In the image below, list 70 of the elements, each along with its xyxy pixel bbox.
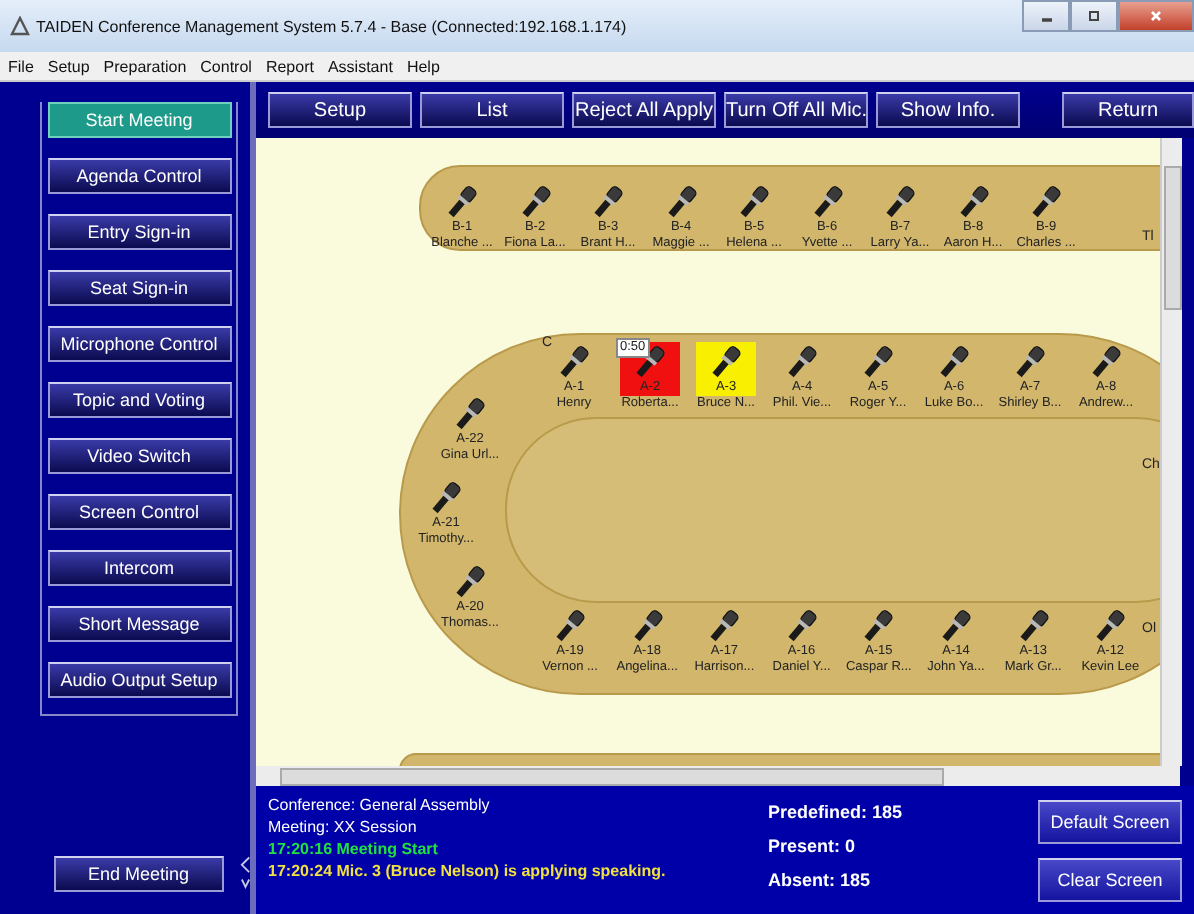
microphone-icon xyxy=(784,344,820,380)
collapse-arrows-icon[interactable] xyxy=(239,854,250,894)
app-icon xyxy=(10,16,30,36)
horizontal-scrollbar[interactable] xyxy=(256,766,1180,786)
microphone-icon xyxy=(809,184,845,220)
sidebar-button[interactable]: Screen Control xyxy=(47,494,231,530)
sidebar-button[interactable]: Video Switch xyxy=(47,438,231,474)
attendance-count: Absent: 185 xyxy=(768,870,873,890)
microphone-icon xyxy=(552,608,588,644)
microphone-icon xyxy=(1028,184,1064,220)
microphone-icon xyxy=(556,344,592,380)
log-line: 17:20:24 Mic. 3 (Bruce Nelson) is applying speaking. xyxy=(268,860,668,882)
microphone-icon xyxy=(955,184,991,220)
close-icon xyxy=(1146,6,1166,26)
log-line: 17:20:16 Meeting Start xyxy=(268,838,440,860)
microphone-icon xyxy=(936,344,972,380)
toolbar-button[interactable]: Reject All Apply xyxy=(572,92,716,128)
microphone-icon xyxy=(517,184,553,220)
microphone-icon xyxy=(452,564,488,600)
sidebar-button[interactable]: Entry Sign-in xyxy=(47,214,231,250)
menu-item[interactable]: File xyxy=(8,57,34,75)
sidebar-button[interactable]: Seat Sign-in xyxy=(47,270,231,306)
microphone-icon xyxy=(1092,608,1129,644)
microphone-icon xyxy=(882,184,918,220)
microphone-icon xyxy=(590,184,626,220)
vertical-scrollbar[interactable] xyxy=(1160,138,1182,766)
end-meeting-button[interactable]: End Meeting xyxy=(54,856,223,892)
microphone-icon xyxy=(428,480,464,516)
screen-button[interactable]: Clear Screen xyxy=(1038,858,1182,902)
toolbar-button[interactable]: Turn Off All Mic. xyxy=(724,92,868,128)
microphone-icon xyxy=(444,184,480,220)
microphone-icon xyxy=(663,184,699,220)
microphone-icon xyxy=(938,608,974,644)
toolbar-button[interactable]: Show Info. xyxy=(876,92,1020,128)
toolbar-button[interactable]: Return xyxy=(1062,92,1194,128)
sidebar-button[interactable]: Intercom xyxy=(47,550,231,586)
microphone-icon xyxy=(860,344,896,380)
microphone-icon xyxy=(708,344,744,380)
microphone-icon xyxy=(736,184,772,220)
microphone-icon xyxy=(629,608,666,644)
toolbar-button[interactable]: Setup xyxy=(268,92,412,128)
menu-item[interactable]: Preparation xyxy=(103,57,187,75)
menu-item[interactable]: Assistant xyxy=(327,57,393,75)
microphone-icon xyxy=(783,608,820,644)
minimize-icon xyxy=(1041,18,1051,22)
sidebar-button[interactable]: Short Message xyxy=(47,606,231,642)
menu-item[interactable]: Control xyxy=(200,57,252,75)
sidebar-button[interactable]: Microphone Control xyxy=(47,326,231,362)
microphone-icon xyxy=(1015,608,1052,644)
sidebar-button[interactable]: Audio Output Setup xyxy=(47,662,231,698)
screen-button[interactable]: Default Screen xyxy=(1038,800,1182,844)
attendance-count: Present: 0 xyxy=(768,836,858,856)
attendance-count: Predefined: 185 xyxy=(768,802,905,822)
maximize-button[interactable] xyxy=(1070,0,1118,32)
toolbar-button[interactable]: List xyxy=(420,92,564,128)
menu-item[interactable]: Setup xyxy=(47,57,90,75)
log-line: Conference: General Assembly xyxy=(268,794,492,816)
microphone-icon xyxy=(1088,344,1124,380)
menu-item[interactable]: Report xyxy=(265,57,314,75)
sidebar-button[interactable]: Agenda Control xyxy=(47,158,231,194)
window-title: TAIDEN Conference Management System 5.7.4 - Base (Connected:192.168.1.174) xyxy=(36,17,627,35)
minimize-button[interactable] xyxy=(1022,0,1070,32)
log-line: Meeting: XX Session xyxy=(268,816,419,838)
microphone-icon xyxy=(1012,344,1048,380)
microphone-icon xyxy=(860,608,897,644)
sidebar-button[interactable]: Topic and Voting xyxy=(47,382,231,418)
microphone-icon xyxy=(706,608,743,644)
microphone-icon xyxy=(452,396,488,432)
menu-item[interactable]: Help xyxy=(406,57,440,75)
maximize-icon xyxy=(1084,6,1104,26)
